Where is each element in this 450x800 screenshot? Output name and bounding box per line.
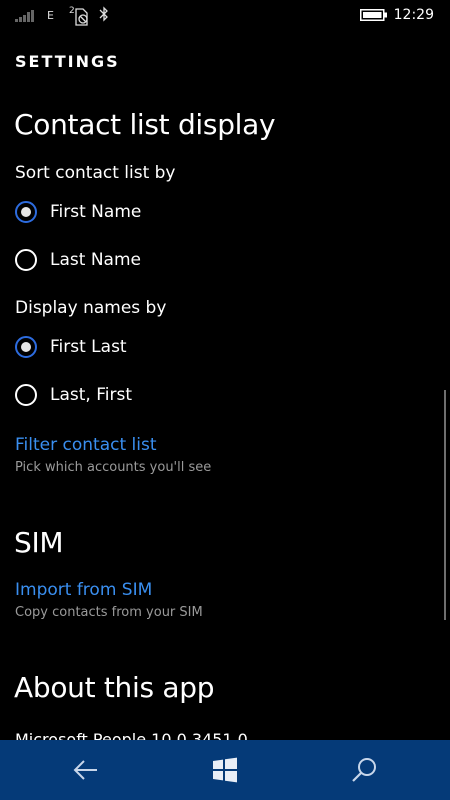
scrollbar-thumb[interactable] — [444, 390, 446, 620]
battery-icon — [360, 9, 387, 21]
back-icon[interactable] — [70, 754, 102, 786]
radio-label: Last, First — [50, 385, 132, 405]
sim-heading: SIM — [14, 526, 64, 559]
sort-last-name-radio[interactable]: Last Name — [15, 246, 315, 274]
clock: 12:29 — [393, 7, 434, 23]
radio-unchecked-icon — [15, 249, 37, 271]
page-title: SETTINGS — [15, 52, 120, 71]
sim-missing-icon: 2 — [69, 6, 88, 26]
radio-unchecked-icon — [15, 384, 37, 406]
filter-contact-list-description: Pick which accounts you'll see — [15, 460, 212, 475]
sort-contact-list-label: Sort contact list by — [15, 163, 176, 183]
svg-text:2: 2 — [69, 6, 75, 16]
import-from-sim-link[interactable]: Import from SIM — [15, 580, 152, 600]
signal-icon — [15, 10, 34, 22]
display-last-first-radio[interactable]: Last, First — [15, 381, 315, 409]
status-bar: E 2 12:29 — [0, 0, 450, 32]
filter-contact-list-link[interactable]: Filter contact list — [15, 435, 157, 455]
sort-first-name-radio[interactable]: First Name — [15, 198, 315, 226]
radio-label: First Name — [50, 202, 142, 222]
display-first-last-radio[interactable]: First Last — [15, 333, 315, 361]
network-type: E — [47, 9, 54, 22]
import-from-sim-description: Copy contacts from your SIM — [15, 605, 203, 620]
search-icon[interactable] — [348, 754, 380, 786]
about-heading: About this app — [14, 671, 215, 704]
display-names-label: Display names by — [15, 298, 167, 318]
radio-label: Last Name — [50, 250, 141, 270]
windows-start-icon[interactable] — [209, 754, 241, 786]
navigation-bar — [0, 740, 450, 800]
radio-checked-icon — [15, 201, 37, 223]
bluetooth-icon — [99, 6, 108, 22]
radio-checked-icon — [15, 336, 37, 358]
contact-list-display-heading: Contact list display — [14, 108, 276, 141]
radio-label: First Last — [50, 337, 127, 357]
